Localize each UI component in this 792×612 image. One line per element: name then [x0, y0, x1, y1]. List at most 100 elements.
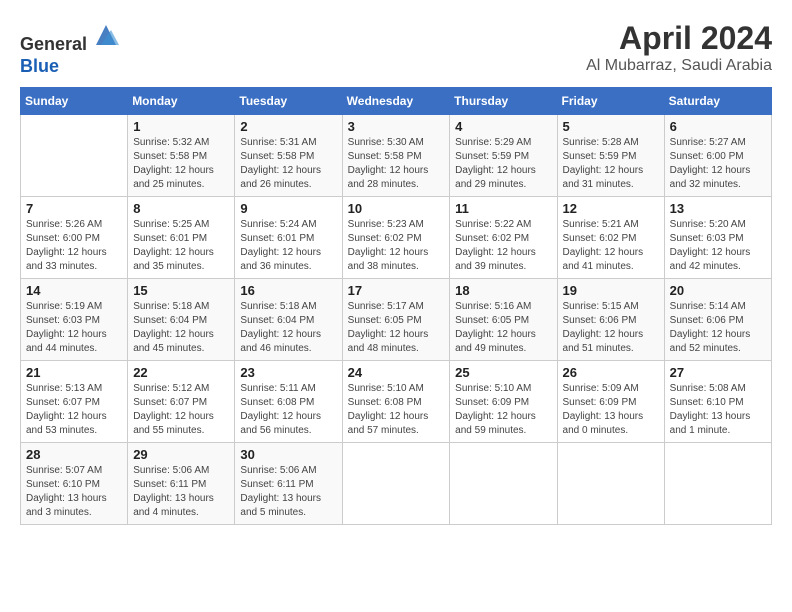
day-detail: Sunrise: 5:10 AM Sunset: 6:08 PM Dayligh… [348, 382, 445, 438]
day-number: 4 [455, 119, 551, 134]
day-number: 8 [133, 201, 229, 216]
header: General Blue April 2024 Al Mubarraz, Sau… [20, 20, 772, 77]
day-detail: Sunrise: 5:20 AM Sunset: 6:03 PM Dayligh… [670, 218, 766, 274]
calendar-cell: 10 Sunrise: 5:23 AM Sunset: 6:02 PM Dayli… [342, 197, 450, 279]
day-detail: Sunrise: 5:06 AM Sunset: 6:11 PM Dayligh… [240, 464, 336, 520]
calendar-cell: 26 Sunrise: 5:09 AM Sunset: 6:09 PM Dayli… [557, 361, 664, 443]
calendar-cell: 3Sunrise: 5:30 AM Sunset: 5:58 PM Daylig… [342, 115, 450, 197]
calendar-cell: 21 Sunrise: 5:13 AM Sunset: 6:07 PM Dayli… [21, 361, 128, 443]
calendar-cell: 7 Sunrise: 5:26 AM Sunset: 6:00 PM Daylig… [21, 197, 128, 279]
day-number: 25 [455, 365, 551, 380]
day-number: 28 [26, 447, 122, 462]
calendar-cell: 25 Sunrise: 5:10 AM Sunset: 6:09 PM Dayli… [450, 361, 557, 443]
calendar-cell: 30 Sunrise: 5:06 AM Sunset: 6:11 PM Dayli… [235, 443, 342, 525]
day-number: 7 [26, 201, 122, 216]
day-number: 21 [26, 365, 122, 380]
day-number: 9 [240, 201, 336, 216]
day-number: 30 [240, 447, 336, 462]
day-detail: Sunrise: 5:10 AM Sunset: 6:09 PM Dayligh… [455, 382, 551, 438]
calendar-cell: 6Sunrise: 5:27 AM Sunset: 6:00 PM Daylig… [664, 115, 771, 197]
calendar-cell: 27 Sunrise: 5:08 AM Sunset: 6:10 PM Dayli… [664, 361, 771, 443]
day-detail: Sunrise: 5:32 AM Sunset: 5:58 PM Dayligh… [133, 136, 229, 192]
calendar-cell: 18Sunrise: 5:16 AM Sunset: 6:05 PM Dayli… [450, 279, 557, 361]
logo-blue: Blue [20, 56, 59, 76]
day-number: 1 [133, 119, 229, 134]
day-detail: Sunrise: 5:23 AM Sunset: 6:02 PM Dayligh… [348, 218, 445, 274]
weekday-header-sunday: Sunday [21, 88, 128, 115]
day-number: 26 [563, 365, 659, 380]
day-detail: Sunrise: 5:22 AM Sunset: 6:02 PM Dayligh… [455, 218, 551, 274]
calendar-cell: 24 Sunrise: 5:10 AM Sunset: 6:08 PM Dayli… [342, 361, 450, 443]
day-number: 19 [563, 283, 659, 298]
calendar-cell: 13Sunrise: 5:20 AM Sunset: 6:03 PM Dayli… [664, 197, 771, 279]
calendar-cell: 23 Sunrise: 5:11 AM Sunset: 6:08 PM Dayli… [235, 361, 342, 443]
day-detail: Sunrise: 5:28 AM Sunset: 5:59 PM Dayligh… [563, 136, 659, 192]
calendar-cell: 11 Sunrise: 5:22 AM Sunset: 6:02 PM Dayli… [450, 197, 557, 279]
day-number: 29 [133, 447, 229, 462]
day-detail: Sunrise: 5:13 AM Sunset: 6:07 PM Dayligh… [26, 382, 122, 438]
day-detail: Sunrise: 5:09 AM Sunset: 6:09 PM Dayligh… [563, 382, 659, 438]
logo-general: General [20, 34, 87, 54]
calendar-cell: 5 Sunrise: 5:28 AM Sunset: 5:59 PM Daylig… [557, 115, 664, 197]
day-detail: Sunrise: 5:31 AM Sunset: 5:58 PM Dayligh… [240, 136, 336, 192]
day-detail: Sunrise: 5:11 AM Sunset: 6:08 PM Dayligh… [240, 382, 336, 438]
week-row-3: 14Sunrise: 5:19 AM Sunset: 6:03 PM Dayli… [21, 279, 772, 361]
week-row-2: 7 Sunrise: 5:26 AM Sunset: 6:00 PM Daylig… [21, 197, 772, 279]
day-number: 17 [348, 283, 445, 298]
logo: General Blue [20, 20, 121, 77]
day-detail: Sunrise: 5:21 AM Sunset: 6:02 PM Dayligh… [563, 218, 659, 274]
day-number: 23 [240, 365, 336, 380]
calendar: SundayMondayTuesdayWednesdayThursdayFrid… [20, 87, 772, 525]
weekday-header-friday: Friday [557, 88, 664, 115]
day-detail: Sunrise: 5:16 AM Sunset: 6:05 PM Dayligh… [455, 300, 551, 356]
week-row-5: 28 Sunrise: 5:07 AM Sunset: 6:10 PM Dayli… [21, 443, 772, 525]
weekday-header-monday: Monday [128, 88, 235, 115]
month-title: April 2024 [586, 20, 772, 57]
day-number: 5 [563, 119, 659, 134]
day-number: 14 [26, 283, 122, 298]
calendar-cell: 29Sunrise: 5:06 AM Sunset: 6:11 PM Dayli… [128, 443, 235, 525]
calendar-cell: 20Sunrise: 5:14 AM Sunset: 6:06 PM Dayli… [664, 279, 771, 361]
day-detail: Sunrise: 5:18 AM Sunset: 6:04 PM Dayligh… [133, 300, 229, 356]
day-detail: Sunrise: 5:29 AM Sunset: 5:59 PM Dayligh… [455, 136, 551, 192]
day-detail: Sunrise: 5:24 AM Sunset: 6:01 PM Dayligh… [240, 218, 336, 274]
day-number: 15 [133, 283, 229, 298]
calendar-cell [342, 443, 450, 525]
day-number: 2 [240, 119, 336, 134]
day-number: 12 [563, 201, 659, 216]
calendar-cell: 22 Sunrise: 5:12 AM Sunset: 6:07 PM Dayli… [128, 361, 235, 443]
calendar-cell: 12 Sunrise: 5:21 AM Sunset: 6:02 PM Dayli… [557, 197, 664, 279]
weekday-header-tuesday: Tuesday [235, 88, 342, 115]
calendar-cell: 28 Sunrise: 5:07 AM Sunset: 6:10 PM Dayli… [21, 443, 128, 525]
day-number: 24 [348, 365, 445, 380]
day-detail: Sunrise: 5:17 AM Sunset: 6:05 PM Dayligh… [348, 300, 445, 356]
day-detail: Sunrise: 5:26 AM Sunset: 6:00 PM Dayligh… [26, 218, 122, 274]
day-number: 27 [670, 365, 766, 380]
day-detail: Sunrise: 5:15 AM Sunset: 6:06 PM Dayligh… [563, 300, 659, 356]
day-detail: Sunrise: 5:12 AM Sunset: 6:07 PM Dayligh… [133, 382, 229, 438]
calendar-cell [557, 443, 664, 525]
calendar-cell [450, 443, 557, 525]
day-number: 3 [348, 119, 445, 134]
day-detail: Sunrise: 5:25 AM Sunset: 6:01 PM Dayligh… [133, 218, 229, 274]
title-area: April 2024 Al Mubarraz, Saudi Arabia [586, 20, 772, 75]
day-number: 20 [670, 283, 766, 298]
calendar-cell: 4 Sunrise: 5:29 AM Sunset: 5:59 PM Daylig… [450, 115, 557, 197]
week-row-1: 1 Sunrise: 5:32 AM Sunset: 5:58 PM Daylig… [21, 115, 772, 197]
day-detail: Sunrise: 5:07 AM Sunset: 6:10 PM Dayligh… [26, 464, 122, 520]
weekday-header-thursday: Thursday [450, 88, 557, 115]
weekday-header-saturday: Saturday [664, 88, 771, 115]
week-row-4: 21 Sunrise: 5:13 AM Sunset: 6:07 PM Dayli… [21, 361, 772, 443]
location-title: Al Mubarraz, Saudi Arabia [586, 57, 772, 75]
day-number: 10 [348, 201, 445, 216]
day-number: 22 [133, 365, 229, 380]
calendar-cell: 1 Sunrise: 5:32 AM Sunset: 5:58 PM Daylig… [128, 115, 235, 197]
calendar-cell: 2 Sunrise: 5:31 AM Sunset: 5:58 PM Daylig… [235, 115, 342, 197]
weekday-header-wednesday: Wednesday [342, 88, 450, 115]
calendar-cell [21, 115, 128, 197]
day-detail: Sunrise: 5:27 AM Sunset: 6:00 PM Dayligh… [670, 136, 766, 192]
day-number: 11 [455, 201, 551, 216]
calendar-cell: 19 Sunrise: 5:15 AM Sunset: 6:06 PM Dayli… [557, 279, 664, 361]
calendar-cell: 17 Sunrise: 5:17 AM Sunset: 6:05 PM Dayli… [342, 279, 450, 361]
day-detail: Sunrise: 5:08 AM Sunset: 6:10 PM Dayligh… [670, 382, 766, 438]
